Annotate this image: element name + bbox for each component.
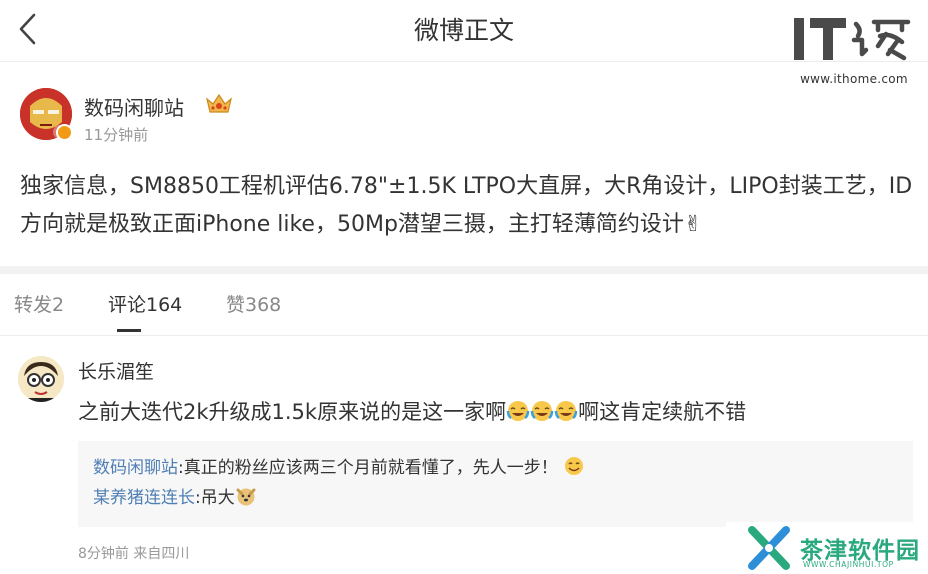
reply-item[interactable]: 某养猪连连长:吊大 — [93, 483, 913, 513]
tab-likes[interactable]: 赞368 — [226, 290, 281, 317]
nav-bar: 微博正文 — [0, 0, 928, 62]
reply-item[interactable]: 数码闲聊站:真正的粉丝应该两三个月前就看懂了，先人一步！ — [93, 453, 913, 483]
reply-list[interactable]: 数码闲聊站:真正的粉丝应该两三个月前就看懂了，先人一步！ 某养猪连连长:吊大 — [78, 441, 913, 527]
post-timestamp: 11分钟前 — [84, 126, 149, 144]
tab-reposts[interactable]: 转发2 — [14, 290, 64, 317]
ithome-logo-mark — [794, 18, 911, 61]
verified-badge-icon — [56, 124, 73, 141]
post-author-name[interactable]: 数码闲聊站 — [84, 92, 184, 121]
watermark-subtext: WWW.CHAJINHUI.TOP — [803, 560, 894, 569]
smile-emoji — [565, 457, 584, 475]
ithome-url: www.ithome.com — [800, 72, 908, 86]
doge-emoji — [236, 488, 256, 506]
comment-text-before: 之前大迭代2k升级成1.5k原来说的是这一家啊 — [78, 400, 507, 424]
tab-comments[interactable]: 评论164 — [108, 290, 182, 317]
laugh-cry-emoji — [506, 401, 530, 421]
reply-username[interactable]: 数码闲聊站 — [93, 458, 178, 478]
section-divider — [0, 266, 928, 274]
laugh-cry-emoji — [554, 401, 578, 421]
commenter-name[interactable]: 长乐湄笙 — [78, 357, 154, 384]
reply-text: :真正的粉丝应该两三个月前就看懂了，先人一步！ — [178, 458, 558, 478]
commenter-avatar[interactable] — [18, 356, 64, 402]
crown-badge-icon[interactable] — [204, 92, 234, 116]
chajin-logo-icon — [748, 526, 790, 570]
post-header: 数码闲聊站 11分钟前 — [20, 84, 720, 144]
cartoon-avatar-image — [18, 356, 64, 402]
interaction-tabs: 转发2 评论164 赞368 — [0, 274, 928, 336]
reply-username[interactable]: 某养猪连连长 — [93, 488, 195, 508]
laugh-cry-emoji — [530, 401, 554, 421]
comment-text-after: 啊这肯定续航不错 — [578, 400, 747, 424]
active-tab-indicator — [117, 329, 141, 332]
chajin-watermark: 茶津软件园 WWW.CHAJINHUI.TOP — [726, 522, 928, 574]
reply-text: :吊大 — [195, 488, 235, 508]
page-title: 微博正文 — [413, 16, 514, 45]
comment-meta: 8分钟前 来自四川 — [78, 546, 190, 562]
post-text: 独家信息，SM8850工程机评估6.78"±1.5K LTPO大直屏，大R角设计… — [20, 174, 913, 237]
comment-text: 之前大迭代2k升级成1.5k原来说的是这一家啊 啊这肯定续航不错 — [78, 396, 746, 426]
ithome-logo: www.ithome.com — [790, 14, 916, 86]
